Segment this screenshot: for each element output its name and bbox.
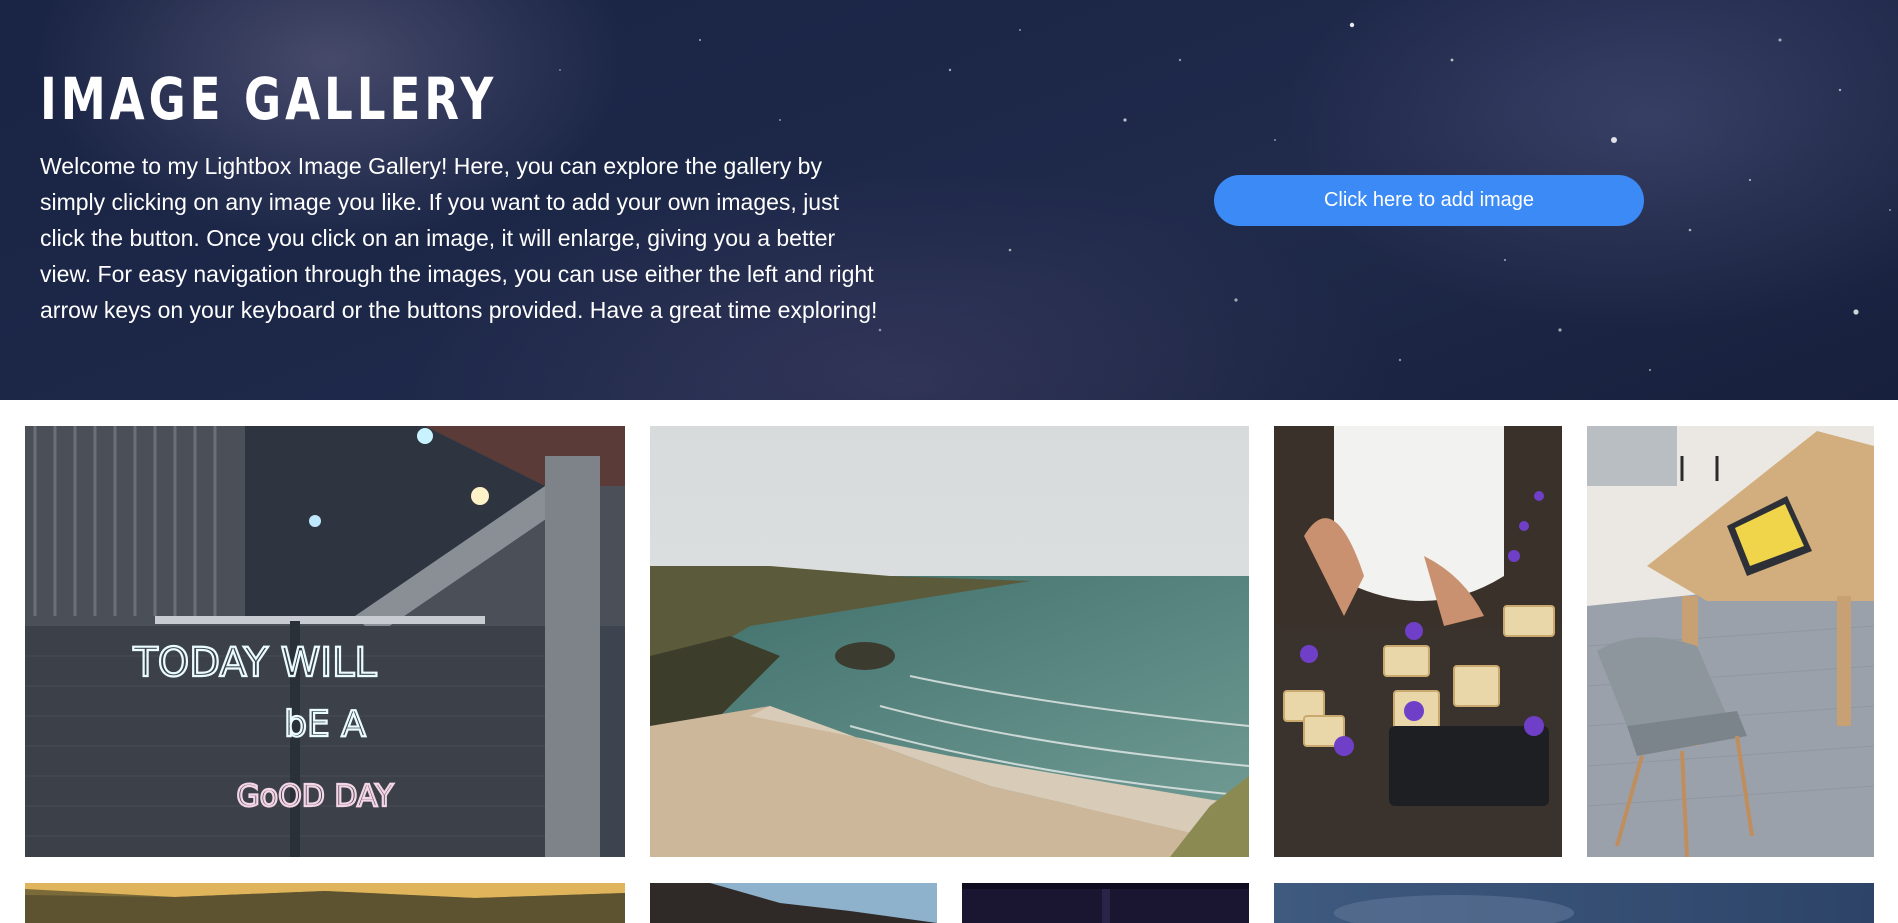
hillside-photo bbox=[25, 883, 625, 923]
table-photo bbox=[1587, 426, 1874, 857]
sky-photo bbox=[1274, 883, 1874, 923]
gallery-image-table[interactable] bbox=[1587, 426, 1874, 857]
intro-text: Welcome to my Lightbox Image Gallery! He… bbox=[40, 153, 878, 323]
neon-sign-photo: TODAY WILL bE A GoOD DAY bbox=[25, 426, 625, 857]
gallery-image-cliff[interactable] bbox=[650, 883, 937, 923]
gallery-image-beach[interactable] bbox=[650, 426, 1249, 857]
beach-photo bbox=[650, 426, 1249, 857]
page-title: IMAGE GALLERY bbox=[40, 65, 498, 133]
gallery-image-cookies[interactable] bbox=[1274, 426, 1562, 857]
neon-sign-line-1: TODAY WILL bbox=[132, 640, 377, 686]
hero-header: IMAGE GALLERY Welcome to my Lightbox Ima… bbox=[0, 0, 1898, 400]
night-photo bbox=[962, 883, 1249, 923]
gallery-image-sky[interactable] bbox=[1274, 883, 1874, 923]
gallery-image-neon-sign[interactable]: TODAY WILL bE A GoOD DAY bbox=[25, 426, 625, 857]
neon-sign-line-3: GoOD DAY bbox=[237, 779, 395, 814]
cookies-photo bbox=[1274, 426, 1562, 857]
gallery-image-hillside[interactable] bbox=[25, 883, 625, 923]
gallery-image-night[interactable] bbox=[962, 883, 1249, 923]
add-image-button[interactable]: Click here to add image bbox=[1214, 175, 1644, 226]
neon-sign-line-2: bE A bbox=[284, 704, 366, 745]
cliff-photo bbox=[650, 883, 937, 923]
